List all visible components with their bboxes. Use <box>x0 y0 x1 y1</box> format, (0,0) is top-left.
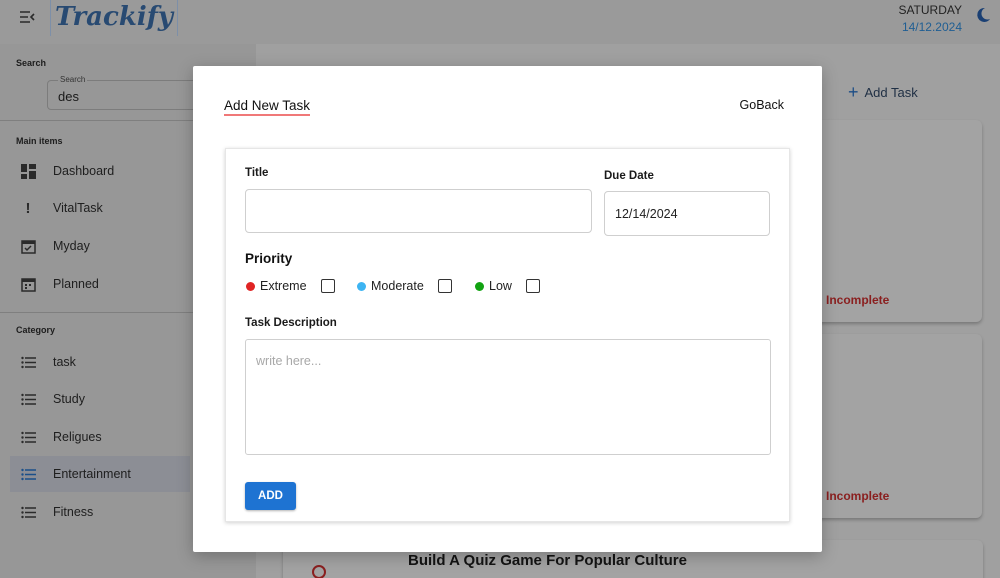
plus-icon: + <box>848 82 859 102</box>
moderate-checkbox[interactable] <box>437 279 452 293</box>
sidebar-item-label: Study <box>53 392 85 406</box>
sidebar-item-planned[interactable]: Planned <box>10 266 190 302</box>
category-label: Category <box>16 325 56 335</box>
priority-option-extreme: Extreme <box>246 279 335 293</box>
sidebar-item-task[interactable]: task <box>10 344 190 380</box>
add-task-label: Add Task <box>864 85 918 100</box>
task-form: Title Due Date 12/14/2024 Priority Extre… <box>225 148 790 522</box>
list-icon <box>18 427 38 447</box>
priority-option-moderate: Moderate <box>357 279 452 293</box>
add-button[interactable]: ADD <box>245 482 296 510</box>
sidebar-item-religues[interactable]: Religues <box>10 419 190 455</box>
priority-label: Priority <box>245 251 293 266</box>
search-section-label: Search <box>16 58 47 68</box>
sidebar-item-entertainment[interactable]: Entertainment <box>10 456 190 492</box>
sidebar-item-study[interactable]: Study <box>10 381 190 417</box>
sidebar-item-label: Myday <box>53 239 90 253</box>
top-bar: Trackify SATURDAY 14/12.2024 <box>0 0 1000 44</box>
add-task-button[interactable]: + Add Task <box>848 82 918 103</box>
priority-label-low: Low <box>489 279 512 293</box>
calendar-icon <box>18 274 38 294</box>
list-icon <box>18 352 38 372</box>
sidebar-item-label: Religues <box>53 430 102 444</box>
low-checkbox[interactable] <box>525 279 540 293</box>
menu-collapse-icon[interactable] <box>18 8 40 30</box>
priority-label-moderate: Moderate <box>371 279 424 293</box>
due-date-input[interactable]: 12/14/2024 <box>604 191 770 236</box>
calendar-check-icon <box>18 236 38 256</box>
title-label: Title <box>245 167 269 179</box>
green-dot-icon <box>475 281 484 291</box>
description-textarea[interactable]: write here... <box>245 339 771 455</box>
main-items-label: Main items <box>16 136 63 146</box>
priority-option-low: Low <box>475 279 540 293</box>
extreme-checkbox[interactable] <box>320 279 335 293</box>
status-badge: Incomplete <box>826 489 890 503</box>
sidebar-item-myday[interactable]: Myday <box>10 228 190 264</box>
task-status-circle-icon[interactable] <box>312 565 326 578</box>
list-icon <box>18 502 38 522</box>
header-day: SATURDAY <box>898 3 962 17</box>
moon-icon[interactable] <box>974 6 994 26</box>
sidebar-item-dashboard[interactable]: Dashboard <box>10 153 190 189</box>
title-input[interactable] <box>245 189 592 233</box>
exclamation-icon: ! <box>25 199 31 217</box>
status-badge: Incomplete <box>826 293 890 307</box>
header-date: 14/12.2024 <box>901 20 962 34</box>
description-label: Task Description <box>245 317 337 329</box>
add-task-modal: Add New Task GoBack Title Due Date 12/14… <box>193 66 822 552</box>
goback-button[interactable]: GoBack <box>740 98 784 112</box>
sidebar-item-label: VitalTask <box>53 201 103 215</box>
list-icon <box>18 464 38 484</box>
search-value: des <box>58 89 79 104</box>
sidebar-item-label: Dashboard <box>53 164 115 178</box>
modal-title: Add New Task <box>224 98 311 116</box>
red-dot-icon <box>246 281 255 291</box>
search-legend: Search <box>58 75 88 84</box>
list-icon <box>18 389 38 409</box>
sidebar-item-label: Fitness <box>53 505 94 519</box>
task-title: Build A Quiz Game For Popular Culture <box>408 552 687 569</box>
blue-dot-icon <box>357 281 366 291</box>
sidebar-item-fitness[interactable]: Fitness <box>10 494 190 530</box>
sidebar-item-label: Planned <box>53 277 99 291</box>
sidebar-item-label: Entertainment <box>53 467 131 481</box>
priority-label-extreme: Extreme <box>260 279 307 293</box>
dashboard-icon <box>18 161 38 181</box>
app-logo[interactable]: Trackify <box>50 0 179 36</box>
sidebar-item-label: task <box>53 355 76 369</box>
sidebar-item-vitaltask[interactable]: ! VitalTask <box>10 190 190 226</box>
due-date-label: Due Date <box>604 170 654 182</box>
